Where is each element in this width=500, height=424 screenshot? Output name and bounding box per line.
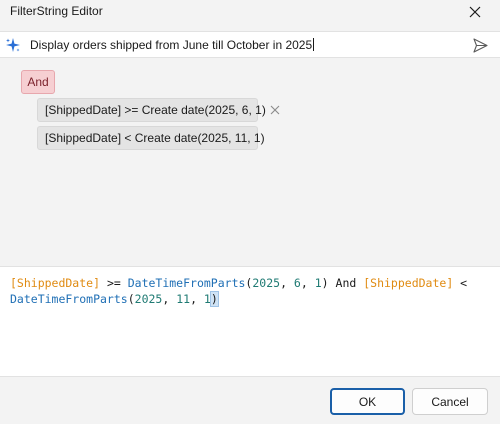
code-function-token: DateTimeFromParts — [127, 276, 246, 290]
code-number-token: 1 — [203, 292, 211, 306]
condition-item[interactable]: [ShippedDate] >= Create date(2025, 6, 1) — [37, 98, 266, 122]
group-operator-button[interactable]: And — [21, 70, 55, 94]
code-token: , — [280, 276, 294, 290]
expression-text[interactable]: [ShippedDate] >= DateTimeFromParts(2025,… — [10, 275, 490, 307]
cancel-button[interactable]: Cancel — [412, 388, 488, 415]
code-token: >= — [100, 276, 128, 290]
expression-editor[interactable]: [ShippedDate] >= DateTimeFromParts(2025,… — [0, 266, 500, 377]
code-number-token: 6 — [293, 276, 301, 290]
code-token: ) — [321, 276, 336, 290]
ok-button[interactable]: OK — [330, 388, 405, 415]
code-paren-token: ( — [127, 292, 135, 306]
code-token: < — [453, 276, 468, 290]
code-token: , — [300, 276, 315, 290]
remove-condition-icon[interactable] — [269, 104, 281, 116]
code-paren-token: ) — [209, 291, 219, 307]
title-bar: FilterString Editor — [0, 0, 500, 24]
close-button[interactable] — [462, 0, 488, 24]
filter-builder-panel — [0, 59, 500, 265]
code-keyword-token: And — [335, 276, 357, 290]
text-caret — [313, 38, 315, 51]
code-token: , — [162, 292, 177, 306]
window-title: FilterString Editor — [10, 4, 103, 18]
send-icon[interactable] — [472, 37, 489, 54]
code-field-token: [ShippedDate] — [10, 276, 101, 290]
sparkle-icon — [6, 38, 20, 52]
code-number-token: 1 — [314, 276, 322, 290]
code-token: , — [190, 292, 204, 306]
close-icon — [469, 6, 481, 18]
code-number-token: 11 — [176, 292, 191, 306]
ai-prompt-text: Display orders shipped from June till Oc… — [30, 38, 313, 52]
ai-prompt-bar[interactable]: Display orders shipped from June till Oc… — [0, 31, 500, 58]
code-function-token: DateTimeFromParts — [10, 292, 128, 306]
code-field-token: [ShippedDate] — [363, 276, 454, 290]
code-number-token: 2025 — [134, 292, 163, 306]
code-number-token: 2025 — [252, 276, 281, 290]
condition-item[interactable]: [ShippedDate] < Create date(2025, 11, 1) — [37, 126, 265, 150]
ai-prompt-input[interactable]: Display orders shipped from June till Oc… — [30, 38, 315, 52]
